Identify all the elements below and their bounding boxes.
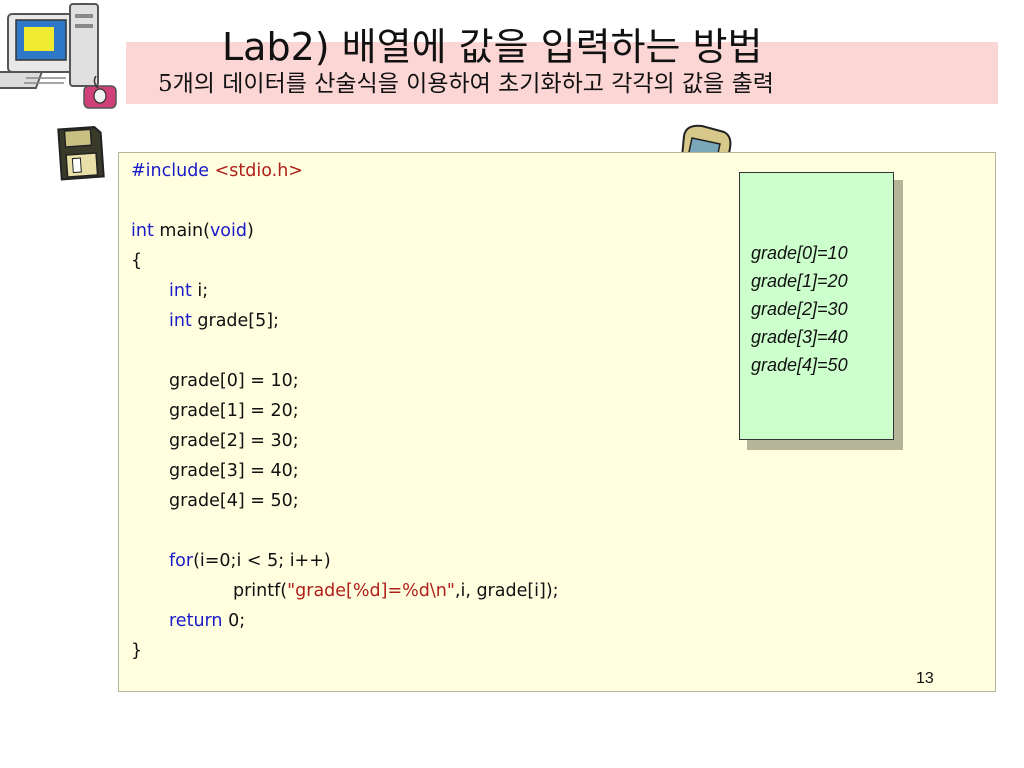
code-keyword: void xyxy=(209,221,247,241)
code-line-assign: grade[2] = 30; xyxy=(169,431,299,451)
code-line-16: return 0; xyxy=(131,606,559,636)
code-line-assign: grade[1] = 20; xyxy=(169,401,299,421)
code-line-6: int grade[5]; xyxy=(131,306,559,336)
code-line-5: int i; xyxy=(131,276,559,306)
code-line-assign: grade[4] = 50; xyxy=(169,491,299,511)
code-line-3: int main(void) xyxy=(131,216,559,246)
computer-icon xyxy=(0,3,117,109)
code-text: 0; xyxy=(222,611,246,631)
code-line-assign: grade[0] = 10; xyxy=(169,371,299,391)
code-keyword: #include xyxy=(131,161,210,181)
code-keyword: return xyxy=(169,611,223,631)
code-keyword: int xyxy=(131,221,154,241)
code-line-4: { xyxy=(131,251,143,271)
output-panel: grade[0]=10 grade[1]=20 grade[2]=30 grad… xyxy=(739,172,894,440)
code-text: (i=0;i < 5; i++) xyxy=(193,551,331,571)
code-keyword: int xyxy=(169,311,192,331)
code-text: main( xyxy=(153,221,210,241)
output-lines: grade[0]=10 grade[1]=20 grade[2]=30 grad… xyxy=(751,239,848,379)
code-text: ) xyxy=(247,221,254,241)
page-number: 13 xyxy=(916,670,934,687)
output-line: grade[1]=20 xyxy=(751,271,848,291)
output-line: grade[0]=10 xyxy=(751,243,848,263)
code-text: i; xyxy=(191,281,209,301)
code-keyword: for xyxy=(169,551,194,571)
code-line-14: for(i=0;i < 5; i++) xyxy=(131,546,559,576)
floppy-disk-icon xyxy=(57,125,105,181)
code-keyword: int xyxy=(169,281,192,301)
output-line: grade[3]=40 xyxy=(751,327,848,347)
slide-title: Lab2) 배열에 값을 입력하는 방법 xyxy=(222,25,763,69)
code-line-1: #include <stdio.h> xyxy=(131,156,559,186)
code-line-15: printf("grade[%d]=%d\n",i, grade[i]); xyxy=(131,576,559,606)
code-line-17: } xyxy=(131,641,143,661)
output-line: grade[4]=50 xyxy=(751,355,848,375)
code-text: grade[5]; xyxy=(191,311,279,331)
code-text: printf( xyxy=(233,581,288,601)
code-listing: #include <stdio.h> int main(void){int i; i… xyxy=(131,156,559,666)
code-line-assign: grade[3] = 40; xyxy=(169,461,299,481)
code-string: "grade[%d]=%d\n" xyxy=(287,581,455,601)
slide-subtitle: 5개의 데이터를 산술식을 이용하여 초기화하고 각각의 값을 출력 xyxy=(158,71,774,97)
code-text: ,i, grade[i]); xyxy=(454,581,559,601)
output-line: grade[2]=30 xyxy=(751,299,848,319)
code-header-name: <stdio.h> xyxy=(209,161,303,181)
